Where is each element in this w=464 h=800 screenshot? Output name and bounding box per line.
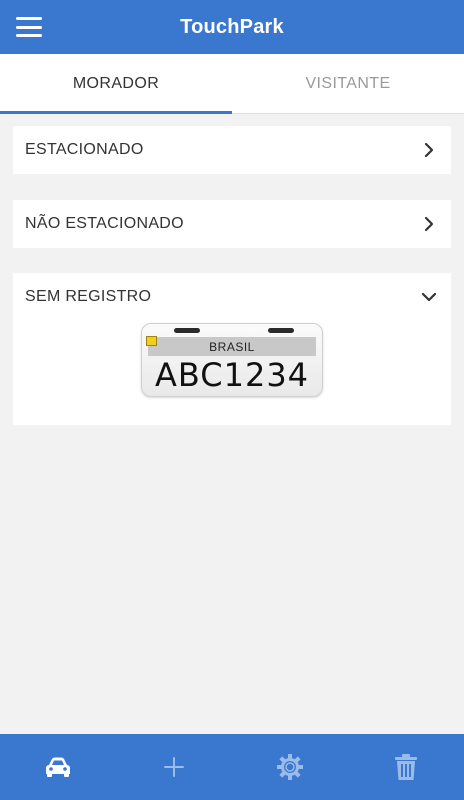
nav-vehicles-button[interactable] xyxy=(28,742,88,792)
hamburger-icon xyxy=(16,17,42,20)
plate-number: ABC1234 xyxy=(154,356,310,394)
section-sem-registro: SEM REGISTRO BRASIL ABC1234 xyxy=(13,273,451,425)
app-header: TouchPark xyxy=(0,0,464,54)
section-header[interactable]: NÃO ESTACIONADO xyxy=(13,200,451,248)
tab-visitante[interactable]: VISITANTE xyxy=(232,54,464,113)
trash-icon xyxy=(395,754,417,780)
section-nao-estacionado[interactable]: NÃO ESTACIONADO xyxy=(13,200,451,248)
app-root: TouchPark MORADOR VISITANTE ESTACIONADO … xyxy=(0,0,464,800)
chevron-right-icon xyxy=(421,142,437,158)
plus-icon xyxy=(164,757,184,777)
section-label: SEM REGISTRO xyxy=(25,288,152,305)
plate-container: BRASIL ABC1234 xyxy=(13,321,451,397)
gear-icon xyxy=(277,754,303,780)
app-title: TouchPark xyxy=(180,15,284,38)
settings-button[interactable] xyxy=(260,742,320,792)
chevron-down-icon xyxy=(421,289,437,305)
section-label: NÃO ESTACIONADO xyxy=(25,215,184,232)
plate-country: BRASIL xyxy=(148,337,316,356)
add-button[interactable] xyxy=(144,742,204,792)
chevron-right-icon xyxy=(421,216,437,232)
delete-button[interactable] xyxy=(376,742,436,792)
section-label: ESTACIONADO xyxy=(25,141,144,158)
car-icon xyxy=(46,757,70,777)
bottom-nav xyxy=(0,734,464,800)
section-header[interactable]: SEM REGISTRO xyxy=(13,273,451,321)
tab-morador[interactable]: MORADOR xyxy=(0,54,232,114)
section-estacionado[interactable]: ESTACIONADO xyxy=(13,126,451,174)
tab-bar: MORADOR VISITANTE xyxy=(0,54,464,114)
section-header[interactable]: ESTACIONADO xyxy=(13,126,451,174)
flag-icon xyxy=(146,336,157,346)
menu-button[interactable] xyxy=(14,14,44,40)
license-plate[interactable]: BRASIL ABC1234 xyxy=(141,323,323,397)
